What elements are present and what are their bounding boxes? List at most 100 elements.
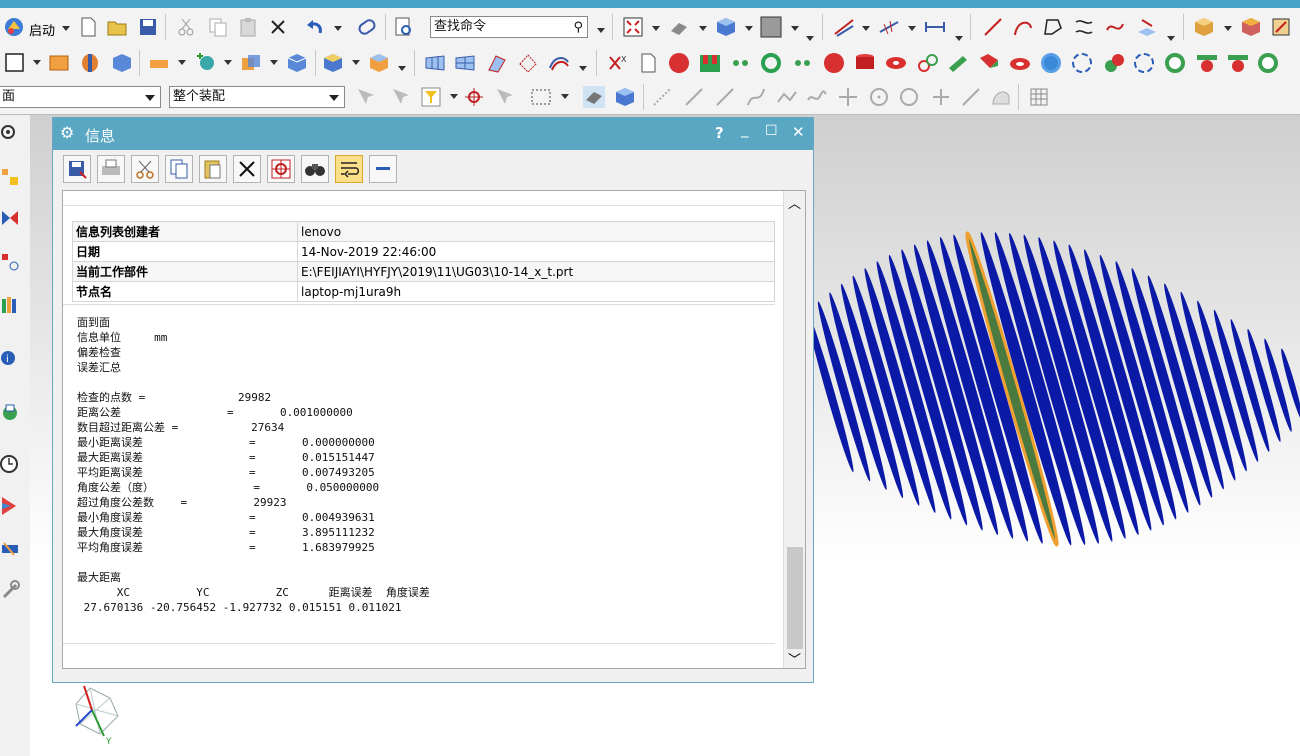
start-button-label[interactable]: 启动 xyxy=(29,20,55,39)
select-components-icon[interactable] xyxy=(355,86,377,108)
studio-spline-icon[interactable] xyxy=(1042,16,1064,38)
part-navigator-icon[interactable] xyxy=(0,251,22,273)
new-file-icon[interactable] xyxy=(77,16,99,38)
open-folder-icon[interactable] xyxy=(106,16,128,38)
search-dropdown-arrow[interactable] xyxy=(597,28,605,33)
boss-icon[interactable] xyxy=(194,52,216,74)
repeat-command-icon[interactable] xyxy=(356,16,378,38)
shaded-cube-icon[interactable] xyxy=(715,16,737,38)
hole-icon[interactable] xyxy=(148,52,170,74)
undo-dropdown-arrow[interactable] xyxy=(334,26,342,31)
selection-filter-icon[interactable] xyxy=(390,86,412,108)
project-curve-icon[interactable] xyxy=(1136,16,1158,38)
hole-dropdown-arrow[interactable] xyxy=(178,60,186,65)
view-group-dropdown-arrow[interactable] xyxy=(806,36,814,41)
print-button[interactable] xyxy=(97,155,125,183)
gear-feature-icon[interactable] xyxy=(669,53,689,73)
outline-gear-icon[interactable] xyxy=(1072,53,1092,73)
cut-button[interactable] xyxy=(131,155,159,183)
palette-icon[interactable] xyxy=(0,495,22,517)
spur-gear-icon[interactable] xyxy=(824,53,844,73)
clear-button[interactable] xyxy=(233,155,261,183)
snap-on-curve-icon[interactable] xyxy=(960,86,982,108)
spline-shaft-icon[interactable] xyxy=(699,52,721,74)
xform-icon[interactable]: X xyxy=(607,52,629,74)
collapse-button[interactable] xyxy=(369,155,397,183)
copy-button[interactable] xyxy=(165,155,193,183)
fit-view-icon[interactable] xyxy=(622,16,644,38)
snap-spline-icon[interactable] xyxy=(806,86,828,108)
shaft-icon[interactable] xyxy=(947,52,969,74)
info-content-area[interactable]: 信息列表创建者 lenovo 日期 14-Nov-2019 22:46:00 当… xyxy=(62,190,806,669)
save-as-button[interactable] xyxy=(63,155,91,183)
undo-icon[interactable] xyxy=(304,16,326,38)
maximize-button[interactable]: ☐ xyxy=(765,123,778,139)
snap-end-icon[interactable] xyxy=(651,86,673,108)
scrollbar-thumb[interactable] xyxy=(787,547,803,649)
command-search-input[interactable]: 查找命令 ⚲ xyxy=(430,16,588,38)
bar-gear-2-icon[interactable] xyxy=(1227,52,1249,74)
minimize-button[interactable]: _ xyxy=(741,120,749,138)
snap-intersection-icon[interactable] xyxy=(837,86,859,108)
component-icon[interactable] xyxy=(1240,16,1262,38)
extrude-icon[interactable] xyxy=(48,52,70,74)
curvature-comb-icon[interactable] xyxy=(878,16,900,38)
word-wrap-button[interactable] xyxy=(335,155,363,183)
copy-icon[interactable] xyxy=(207,16,229,38)
find-button[interactable] xyxy=(267,155,295,183)
block-icon[interactable] xyxy=(111,52,133,74)
filter-dropdown-arrow[interactable] xyxy=(450,94,458,99)
assembly-navigator-icon[interactable] xyxy=(0,167,22,189)
background-dropdown-arrow[interactable] xyxy=(791,26,799,31)
scroll-up-chevron-icon[interactable]: ︿ xyxy=(788,193,801,212)
info-web-icon[interactable]: i xyxy=(0,345,22,367)
snap-arc-center-icon[interactable] xyxy=(868,86,890,108)
offset-curve-icon[interactable] xyxy=(1073,16,1095,38)
snap-midpoint-icon[interactable] xyxy=(714,86,736,108)
through-curve-mesh-icon[interactable] xyxy=(454,52,476,74)
wheel-gear-icon[interactable] xyxy=(1165,53,1185,73)
assembly-dropdown-arrow[interactable] xyxy=(1224,26,1232,31)
new-sheet-icon[interactable] xyxy=(637,52,659,74)
surface-dropdown-arrow[interactable] xyxy=(579,66,587,71)
offset-dropdown-arrow[interactable] xyxy=(398,66,406,71)
offset-face-icon[interactable] xyxy=(368,52,390,74)
boss-dropdown-arrow[interactable] xyxy=(224,60,232,65)
assembly-icon[interactable] xyxy=(1193,16,1215,38)
rectangle-select-dropdown-arrow[interactable] xyxy=(561,94,569,99)
fit-view-dropdown-arrow[interactable] xyxy=(652,26,660,31)
measure-dropdown-arrow[interactable] xyxy=(955,36,963,41)
unite-icon[interactable] xyxy=(240,52,262,74)
paste-button[interactable] xyxy=(199,155,227,183)
shell-icon[interactable] xyxy=(322,52,344,74)
revolve-icon[interactable] xyxy=(79,52,101,74)
history-icon[interactable] xyxy=(0,401,22,423)
chain-icon[interactable] xyxy=(917,52,939,74)
settings-gear-icon[interactable] xyxy=(0,121,22,143)
n-sided-surface-icon[interactable] xyxy=(517,52,539,74)
ring-gear-icon[interactable] xyxy=(761,53,781,73)
shaded-view-icon[interactable] xyxy=(614,86,636,108)
unite-dropdown-arrow[interactable] xyxy=(270,60,278,65)
start-dropdown-arrow[interactable] xyxy=(62,26,70,31)
bridge-curve-icon[interactable] xyxy=(1104,16,1126,38)
wheel-gear-2-icon[interactable] xyxy=(1258,53,1278,73)
rectangle-select-icon[interactable] xyxy=(530,86,552,108)
gear-pair-icon[interactable] xyxy=(1103,52,1125,74)
snap-on-surface-icon[interactable] xyxy=(990,86,1012,108)
sketch-icon[interactable] xyxy=(4,52,26,74)
vertical-scrollbar[interactable]: ︿ ﹀ xyxy=(783,191,805,668)
blue-gear-icon[interactable] xyxy=(1041,53,1061,73)
comb-dropdown-arrow[interactable] xyxy=(908,26,916,31)
sketch-dropdown-arrow[interactable] xyxy=(33,60,41,65)
constraint-navigator-icon[interactable] xyxy=(0,207,22,229)
scroll-down-chevron-icon[interactable]: ﹀ xyxy=(788,649,801,668)
close-button[interactable]: ✕ xyxy=(792,123,805,141)
help-button[interactable]: ? xyxy=(715,124,724,142)
paste-icon[interactable] xyxy=(237,16,259,38)
trim-sheet-icon[interactable] xyxy=(548,52,570,74)
dots-gear-icon[interactable] xyxy=(730,52,752,74)
render-style-dropdown-arrow[interactable] xyxy=(745,26,753,31)
snap-curve-icon[interactable] xyxy=(745,86,767,108)
outline-gear-2-icon[interactable] xyxy=(1134,53,1154,73)
